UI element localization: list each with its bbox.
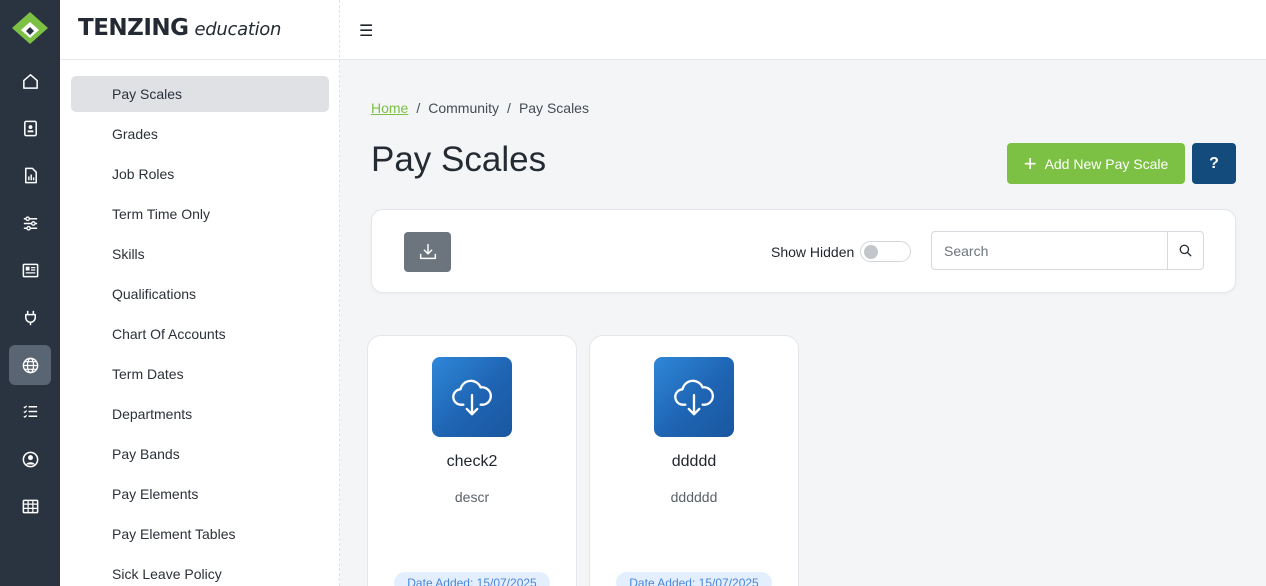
brand-sub: education [194, 19, 282, 40]
sidebar-item-label: Pay Element Tables [112, 526, 236, 542]
page-title: Pay Scales [371, 140, 547, 179]
sidebar-item-label: Grades [112, 126, 158, 142]
id-badge-icon[interactable] [9, 108, 51, 148]
sidebar-item-label: Term Time Only [112, 206, 211, 222]
sidebar-item-chart-of-accounts[interactable]: Chart Of Accounts [71, 316, 329, 352]
plug-icon[interactable] [9, 297, 51, 337]
sidebar-item-label: Job Roles [112, 166, 175, 182]
show-hidden-label: Show Hidden [771, 244, 855, 260]
breadcrumb: Home / Community / Pay Scales [371, 100, 589, 116]
sidebar-item-pay-elements[interactable]: Pay Elements [71, 476, 329, 512]
breadcrumb-community: Community [428, 100, 500, 116]
table-icon[interactable] [9, 486, 51, 526]
sidebar-item-job-roles[interactable]: Job Roles [71, 156, 329, 192]
plus-icon: + [1023, 150, 1037, 176]
date-added-badge: Date Added: 15/07/2025 [616, 572, 772, 586]
tenzing-logo-icon[interactable] [10, 10, 50, 44]
divider [60, 59, 340, 60]
sidebar-item-label: Term Dates [112, 366, 184, 382]
newspaper-icon[interactable] [9, 250, 51, 290]
add-button-label: Add New Pay Scale [1044, 155, 1169, 172]
pay-scale-card[interactable]: ddddd dddddd Date Added: 15/07/2025 [589, 335, 799, 586]
sidebar-item-label: Pay Scales [112, 86, 183, 102]
hamburger-icon[interactable]: ☰ [359, 21, 373, 41]
cloud-download-icon [432, 357, 512, 437]
search-input[interactable] [932, 232, 1167, 269]
breadcrumb-home-link[interactable]: Home [371, 100, 408, 116]
sidebar-item-grades[interactable]: Grades [71, 116, 329, 152]
show-hidden-toggle[interactable] [860, 241, 911, 262]
sidebar-item-pay-scales[interactable]: Pay Scales [71, 76, 329, 112]
sidebar-item-pay-element-tables[interactable]: Pay Element Tables [71, 516, 329, 552]
sidebar-item-term-time-only[interactable]: Term Time Only [71, 196, 329, 232]
sidebar-item-skills[interactable]: Skills [71, 236, 329, 272]
report-icon[interactable] [9, 155, 51, 195]
top-bar: ☰ [340, 0, 1266, 60]
card-title: ddddd [671, 453, 717, 470]
home-icon[interactable] [9, 61, 51, 101]
sliders-icon[interactable] [9, 203, 51, 243]
add-new-pay-scale-button[interactable]: + Add New Pay Scale [1007, 143, 1185, 184]
sidebar-item-label: Chart Of Accounts [112, 326, 226, 342]
card-description: dddddd [670, 489, 718, 505]
breadcrumb-current: Pay Scales [518, 100, 589, 116]
sidebar-item-label: Pay Elements [112, 486, 199, 502]
search-box [931, 231, 1204, 270]
sidebar-item-pay-bands[interactable]: Pay Bands [71, 436, 329, 472]
sidebar-item-term-dates[interactable]: Term Dates [71, 356, 329, 392]
toggle-knob [864, 245, 878, 259]
sidebar-item-qualifications[interactable]: Qualifications [71, 276, 329, 312]
sidebar-item-label: Qualifications [112, 286, 197, 302]
cloud-download-icon [654, 357, 734, 437]
sidebar-item-label: Departments [112, 406, 193, 422]
download-icon [419, 243, 436, 260]
sub-navigation: TENZING education Pay Scales Grades Job … [60, 0, 340, 586]
user-circle-icon[interactable] [9, 439, 51, 479]
toolbar-panel: Show Hidden [371, 209, 1236, 293]
brand-main: TENZING [78, 15, 189, 41]
sidebar-item-label: Pay Bands [112, 446, 180, 462]
sidebar-item-label: Sick Leave Policy [112, 566, 222, 582]
globe-icon[interactable] [9, 345, 51, 385]
breadcrumb-separator: / [416, 100, 421, 116]
brand-wordmark[interactable]: TENZING education [78, 15, 281, 45]
search-icon [1179, 244, 1192, 257]
pay-scale-card[interactable]: check2 descr Date Added: 15/07/2025 [367, 335, 577, 586]
card-description: descr [454, 489, 490, 505]
sidebar-item-label: Skills [112, 246, 145, 262]
list-icon[interactable] [9, 391, 51, 431]
sidebar-item-sick-leave-policy[interactable]: Sick Leave Policy [71, 556, 329, 586]
search-button[interactable] [1167, 232, 1203, 269]
date-added-badge: Date Added: 15/07/2025 [394, 572, 550, 586]
card-title: check2 [446, 453, 498, 470]
icon-rail [0, 0, 60, 586]
breadcrumb-separator: / [507, 100, 511, 116]
sidebar-list: Pay Scales Grades Job Roles Term Time On… [71, 76, 329, 586]
help-button[interactable]: ? [1192, 143, 1236, 184]
download-button[interactable] [404, 232, 451, 272]
sidebar-item-departments[interactable]: Departments [71, 396, 329, 432]
